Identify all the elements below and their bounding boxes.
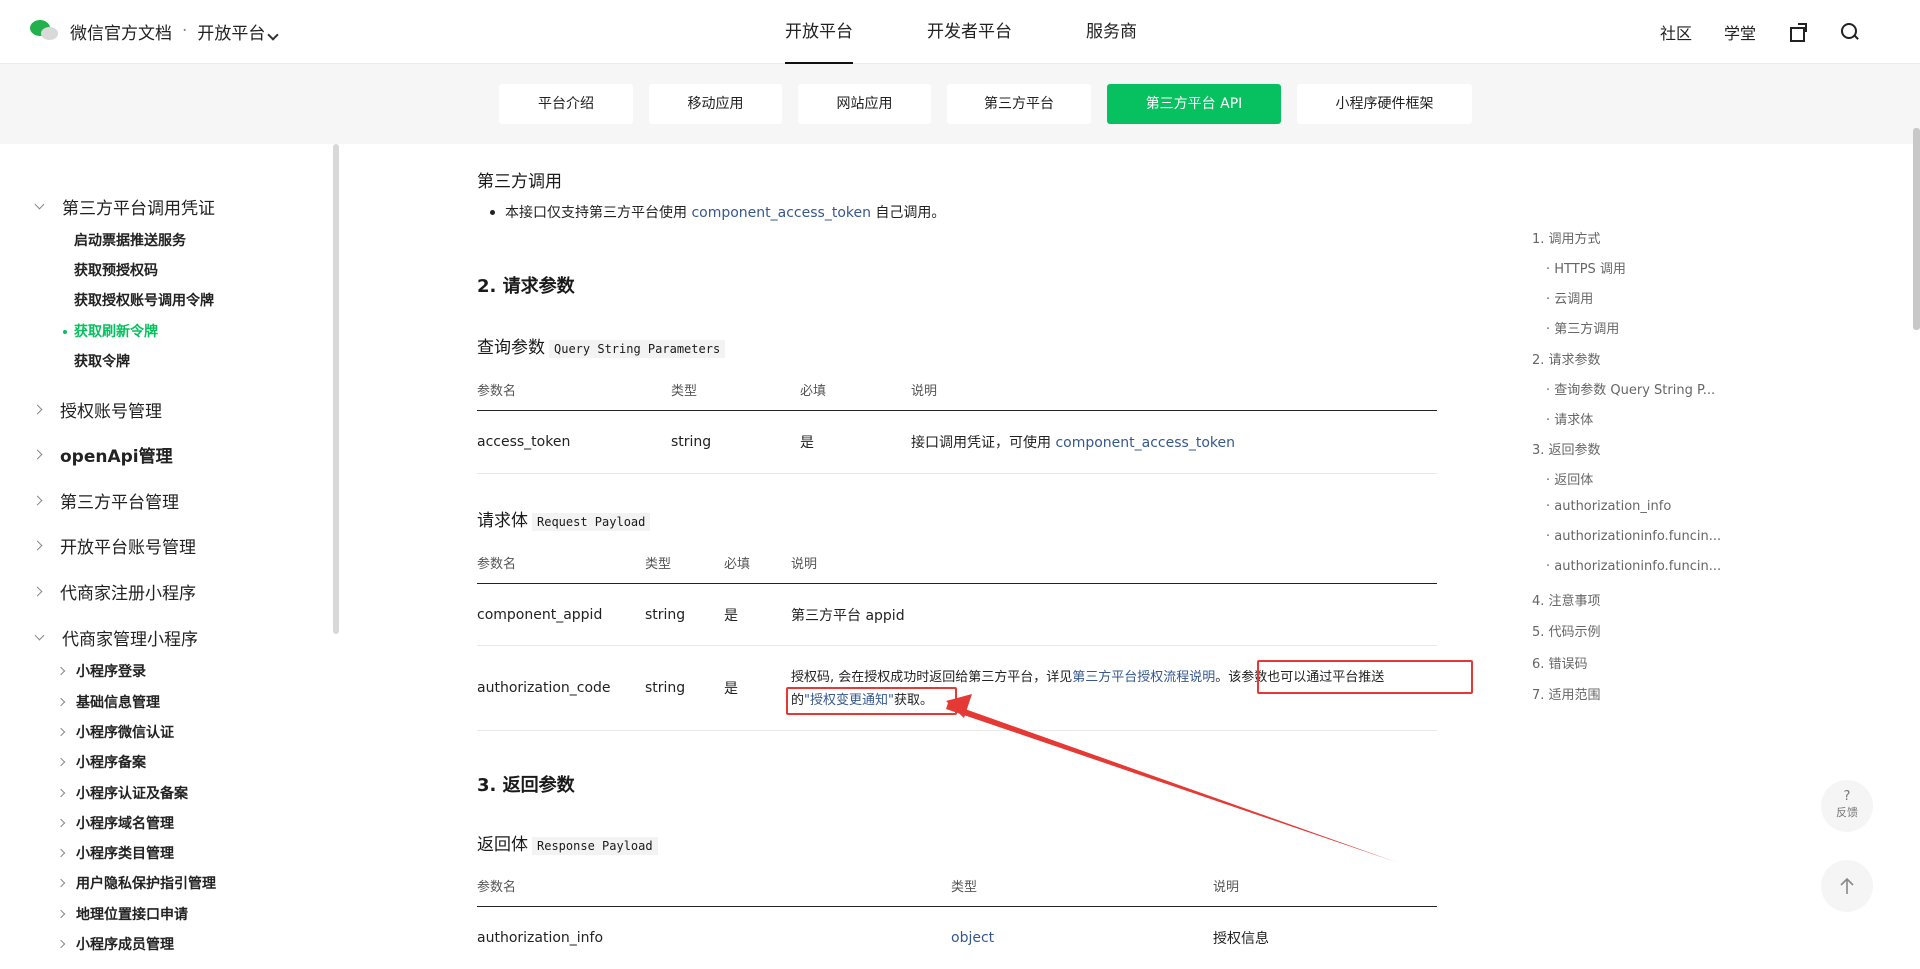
toc-item[interactable]: · 返回体 bbox=[1546, 469, 1593, 488]
toc-item[interactable]: · authorization_info bbox=[1546, 499, 1671, 514]
feedback-button[interactable]: ? 反馈 bbox=[1821, 780, 1873, 832]
toc-item[interactable]: 6. 错误码 bbox=[1532, 653, 1588, 672]
toc-item[interactable]: · HTTPS 调用 bbox=[1546, 258, 1626, 277]
toc-item[interactable]: · 请求体 bbox=[1546, 409, 1593, 428]
annotation-arrow bbox=[946, 694, 1396, 862]
toc-item[interactable]: · authorizationinfo.funcin... bbox=[1546, 559, 1721, 574]
back-to-top-button[interactable] bbox=[1821, 860, 1873, 912]
toc-item[interactable]: 5. 代码示例 bbox=[1532, 621, 1601, 640]
toc-item[interactable]: 3. 返回参数 bbox=[1532, 439, 1601, 458]
toc-item[interactable]: 4. 注意事项 bbox=[1532, 590, 1601, 609]
toc-item[interactable]: 1. 调用方式 bbox=[1532, 228, 1601, 247]
arrow-up-icon bbox=[1840, 877, 1854, 894]
toc-item[interactable]: · 第三方调用 bbox=[1546, 318, 1619, 337]
page-scrollbar[interactable] bbox=[1913, 128, 1920, 330]
toc-item[interactable]: · 云调用 bbox=[1546, 288, 1593, 307]
toc-item[interactable]: · 查询参数 Query String P... bbox=[1546, 379, 1715, 398]
toc-item[interactable]: · authorizationinfo.funcin... bbox=[1546, 529, 1721, 544]
feedback-label: 反馈 bbox=[1836, 806, 1858, 819]
help-icon: ? bbox=[1843, 789, 1851, 804]
toc-item[interactable]: 7. 适用范围 bbox=[1532, 684, 1601, 703]
toc-item[interactable]: 2. 请求参数 bbox=[1532, 349, 1601, 368]
